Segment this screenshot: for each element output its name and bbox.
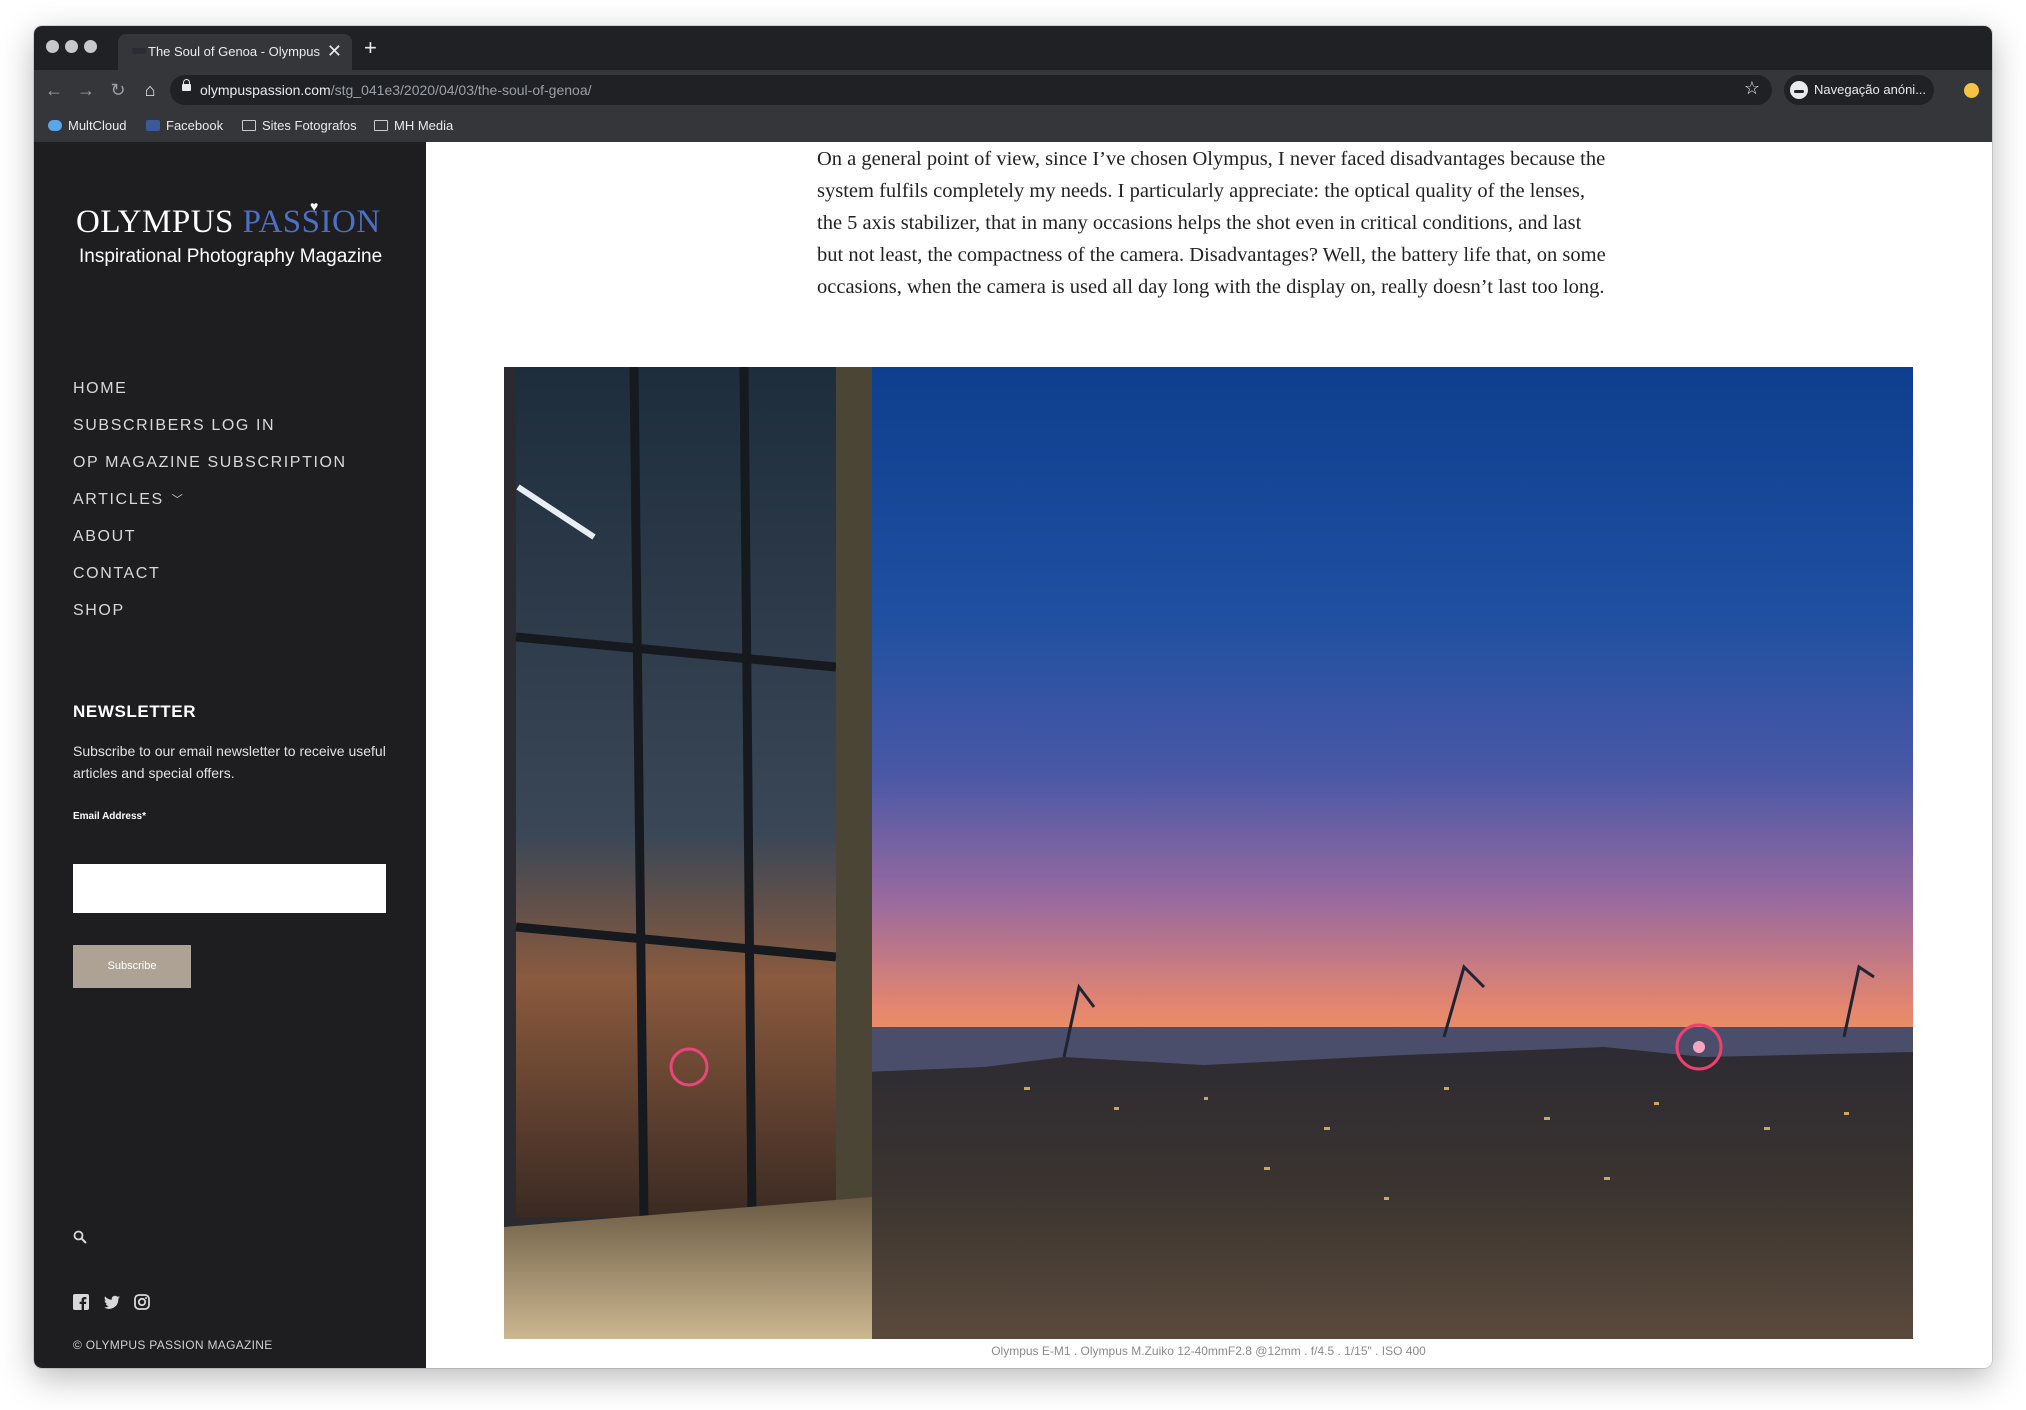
- newsletter-title: NEWSLETTER: [73, 702, 197, 721]
- twitter-icon[interactable]: [104, 1294, 120, 1310]
- reload-icon[interactable]: ↻: [106, 78, 130, 102]
- bookmarks-bar: MultCloud Facebook Sites Fotografos MH M…: [34, 110, 1992, 142]
- menu-item-label: ARTICLES: [73, 491, 164, 508]
- cloud-icon: [48, 120, 62, 131]
- bookmark-multcloud[interactable]: MultCloud: [48, 118, 127, 133]
- search-icon[interactable]: [73, 1230, 87, 1244]
- url-host: olympuspassion.com: [200, 82, 331, 98]
- new-tab-button[interactable]: +: [364, 36, 377, 60]
- bookmark-label: MH Media: [394, 118, 454, 133]
- article-paragraph: On a general point of view, since I’ve c…: [817, 148, 1606, 298]
- folder-icon: [374, 120, 388, 131]
- lock-icon: [182, 79, 191, 91]
- site-logo[interactable]: OLYMPUS PASSION: [76, 204, 381, 241]
- menu-item-contact[interactable]: CONTACT: [73, 565, 160, 583]
- facebook-icon: [146, 120, 160, 131]
- browser-tab[interactable]: The Soul of Genoa - Olympus Passion ✕: [118, 34, 352, 70]
- menu-item-articles[interactable]: ARTICLES ﹀: [73, 491, 184, 509]
- tab-favicon-icon: [132, 48, 146, 54]
- home-icon[interactable]: ⌂: [138, 78, 162, 102]
- bookmark-sites-fotografos[interactable]: Sites Fotografos: [242, 118, 357, 133]
- window-zoom-dot[interactable]: [84, 40, 97, 53]
- article-content: On a general point of view, since I’ve c…: [426, 142, 1992, 1368]
- bookmark-mh-media[interactable]: MH Media: [374, 118, 453, 133]
- url-path: /stg_041e3/2020/04/03/the-soul-of-genoa/: [330, 82, 592, 98]
- browser-toolbar: ← → ↻ ⌂ olympuspassion.com/stg_041e3/202…: [34, 70, 1992, 110]
- menu-item-home[interactable]: HOME: [73, 380, 127, 398]
- menu-item-about[interactable]: ABOUT: [73, 528, 136, 546]
- folder-icon: [242, 120, 256, 131]
- bookmark-facebook[interactable]: Facebook: [146, 118, 223, 133]
- profile-label: Navegação anóni...: [1814, 82, 1927, 97]
- incognito-icon: [1790, 81, 1808, 99]
- tab-strip: The Soul of Genoa - Olympus Passion ✕ +: [34, 26, 1992, 70]
- logo-tagline: Inspirational Photography Magazine: [79, 246, 383, 267]
- forward-arrow-icon[interactable]: →: [74, 78, 98, 102]
- subscribe-button[interactable]: Subscribe: [73, 945, 191, 988]
- star-icon[interactable]: ☆: [1744, 78, 1760, 99]
- chevron-down-icon[interactable]: ﹀: [172, 491, 185, 507]
- copyright-text: © OLYMPUS PASSION MAGAZINE: [73, 1338, 273, 1352]
- address-bar[interactable]: olympuspassion.com/stg_041e3/2020/04/03/…: [170, 75, 1772, 105]
- facebook-icon[interactable]: [73, 1294, 89, 1310]
- newsletter-description: Subscribe to our email newsletter to rec…: [73, 743, 386, 781]
- bookmark-label: Facebook: [166, 118, 224, 133]
- menu-item-subscribers-log-in[interactable]: SUBSCRIBERS LOG IN: [73, 417, 275, 435]
- bookmark-label: Sites Fotografos: [262, 118, 357, 133]
- logo-main: OLYMPUS: [76, 204, 234, 240]
- email-field[interactable]: [73, 864, 386, 913]
- menu-item-shop[interactable]: SHOP: [73, 602, 125, 620]
- back-arrow-icon[interactable]: ←: [42, 78, 66, 102]
- photo-caption: Olympus E-M1 . Olympus M.Zuiko 12-40mmF2…: [991, 1344, 1426, 1358]
- heart-icon: ♥: [310, 198, 319, 214]
- article-photo[interactable]: [504, 367, 1913, 1339]
- tab-title: The Soul of Genoa - Olympus Passion: [148, 44, 320, 59]
- extension-icon[interactable]: [1964, 83, 1979, 98]
- tab-close-icon[interactable]: ✕: [327, 40, 342, 62]
- email-label: Email Address*: [73, 811, 146, 822]
- site-sidebar: OLYMPUS PASSION ♥ Inspirational Photogra…: [34, 142, 426, 1368]
- window-close-dot[interactable]: [46, 40, 59, 53]
- incognito-profile-button[interactable]: Navegação anóni...: [1784, 75, 1934, 105]
- bookmark-label: MultCloud: [68, 118, 127, 133]
- window-minimize-dot[interactable]: [65, 40, 78, 53]
- browser-window: The Soul of Genoa - Olympus Passion ✕ + …: [34, 26, 1992, 1368]
- url-text: olympuspassion.com/stg_041e3/2020/04/03/…: [200, 82, 592, 98]
- menu-item-magazine-subscription[interactable]: OP MAGAZINE SUBSCRIPTION: [73, 454, 347, 472]
- instagram-icon[interactable]: [134, 1294, 150, 1310]
